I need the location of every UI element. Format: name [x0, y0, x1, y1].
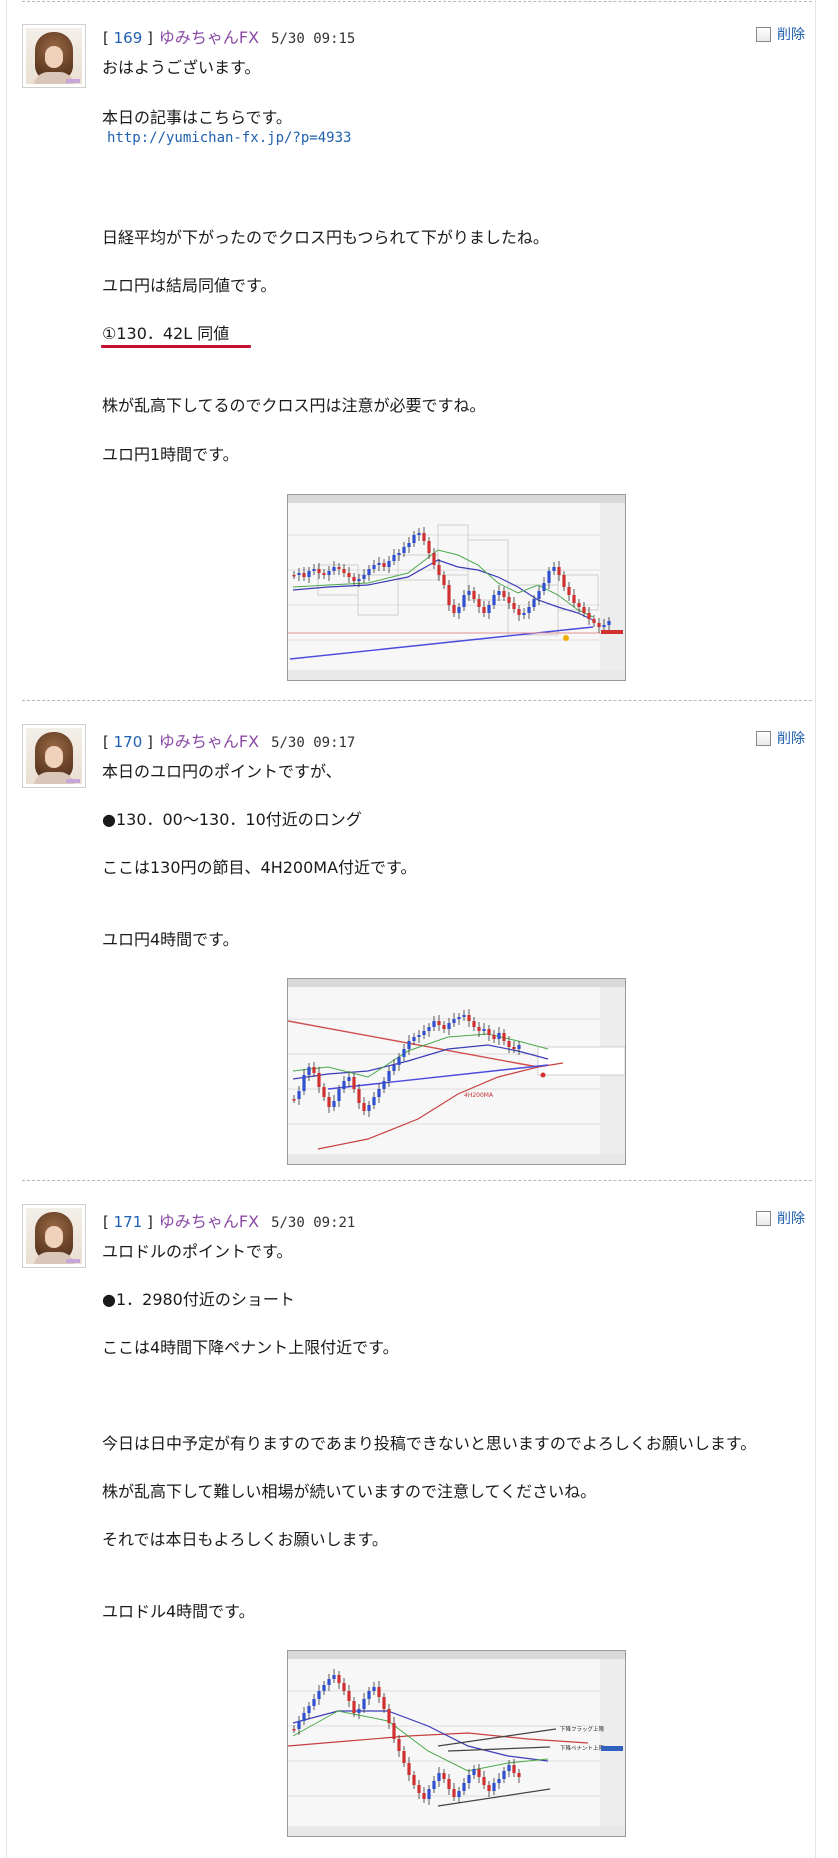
post-date: 5/30 09:17: [271, 735, 356, 751]
post-text: 本日の記事はこちらです。: [102, 108, 292, 127]
candlestick-chart: [288, 495, 625, 680]
article-link[interactable]: http://yumichan-fx.jp/?p=4933: [107, 130, 351, 146]
delete-label[interactable]: 削除: [777, 1208, 805, 1228]
post-text: ここは130円の節目、4H200MA付近です。: [102, 858, 417, 877]
chart-annotation-lower: 下降ペナント上限: [560, 1744, 605, 1752]
post-number[interactable]: 171: [114, 1213, 143, 1231]
post-separator: [22, 700, 812, 701]
candlestick-chart: 下降フラッグ上限 下降ペナント上限: [288, 1651, 625, 1836]
post-date: 5/30 09:15: [271, 31, 356, 47]
post-text: ユロドル4時間です。: [102, 1602, 255, 1621]
avatar[interactable]: [22, 724, 86, 788]
post-text: 株が乱高下してるのでクロス円は注意が必要ですね。: [102, 396, 486, 415]
avatar[interactable]: [22, 24, 86, 88]
post-text: ここは4時間下降ペナント上限付近です。: [102, 1338, 399, 1357]
delete-control: 削除: [756, 24, 805, 44]
post-meta: [ 170 ] ゆみちゃんFX 5/30 09:17: [103, 732, 356, 751]
post-separator: [22, 1180, 812, 1181]
post-text: 株が乱高下して難しい相場が続いていますので注意してくださいね。: [102, 1482, 597, 1501]
chart-image-eurusd-4h[interactable]: 下降フラッグ上限 下降ペナント上限: [287, 1650, 626, 1837]
chart-annotation-upper: 下降フラッグ上限: [560, 1725, 605, 1733]
bbs-thread: [ 169 ] ゆみちゃんFX 5/30 09:15 削除 おはようございます。 本…: [0, 0, 838, 1858]
delete-checkbox[interactable]: [756, 26, 771, 42]
chart-annotation: 4H200MA: [464, 1092, 494, 1099]
post-text: 本日のユロ円のポイントですが、: [102, 762, 342, 781]
post-text: ユロ円は結局同値です。: [102, 276, 277, 295]
trade-point: ●130．00〜130．10付近のロング: [102, 810, 362, 829]
delete-control: 削除: [756, 1208, 805, 1228]
post-separator: [22, 1, 812, 2]
left-border: [6, 0, 7, 1858]
delete-checkbox[interactable]: [756, 730, 771, 746]
post-text: 日経平均が下がったのでクロス円もつられて下がりましたね。: [102, 228, 549, 247]
trade-point: ●1．2980付近のショート: [102, 1290, 295, 1309]
post-meta: [ 171 ] ゆみちゃんFX 5/30 09:21: [103, 1212, 356, 1231]
avatar[interactable]: [22, 1204, 86, 1268]
candlestick-chart: 4H200MA: [288, 979, 625, 1164]
post-author[interactable]: ゆみちゃんFX: [159, 1212, 259, 1231]
right-border: [815, 0, 816, 1858]
red-underline: [101, 345, 251, 348]
post-author[interactable]: ゆみちゃんFX: [159, 28, 259, 47]
post-text: それでは本日もよろしくお願いします。: [102, 1530, 388, 1549]
delete-checkbox[interactable]: [756, 1210, 771, 1226]
chart-image-eurjpy-4h[interactable]: 4H200MA: [287, 978, 626, 1165]
post-number[interactable]: 169: [114, 29, 143, 47]
delete-label[interactable]: 削除: [777, 24, 805, 44]
delete-control: 削除: [756, 728, 805, 748]
post-text: ユロドルのポイントです。: [102, 1242, 293, 1261]
delete-label[interactable]: 削除: [777, 728, 805, 748]
chart-image-eurjpy-1h[interactable]: [287, 494, 626, 681]
post-author[interactable]: ゆみちゃんFX: [159, 732, 259, 751]
trade-result: ①130．42L 同値: [102, 324, 230, 343]
post-meta: [ 169 ] ゆみちゃんFX 5/30 09:15: [103, 28, 356, 47]
post-text: おはようございます。: [102, 58, 261, 77]
post-date: 5/30 09:21: [271, 1215, 356, 1231]
post-text: ユロ円4時間です。: [102, 930, 239, 949]
post-number[interactable]: 170: [114, 733, 143, 751]
post-text: 今日は日中予定が有りますのであまり投稿できないと思いますのでよろしくお願いします…: [102, 1434, 757, 1453]
post-text: ユロ円1時間です。: [102, 445, 239, 464]
